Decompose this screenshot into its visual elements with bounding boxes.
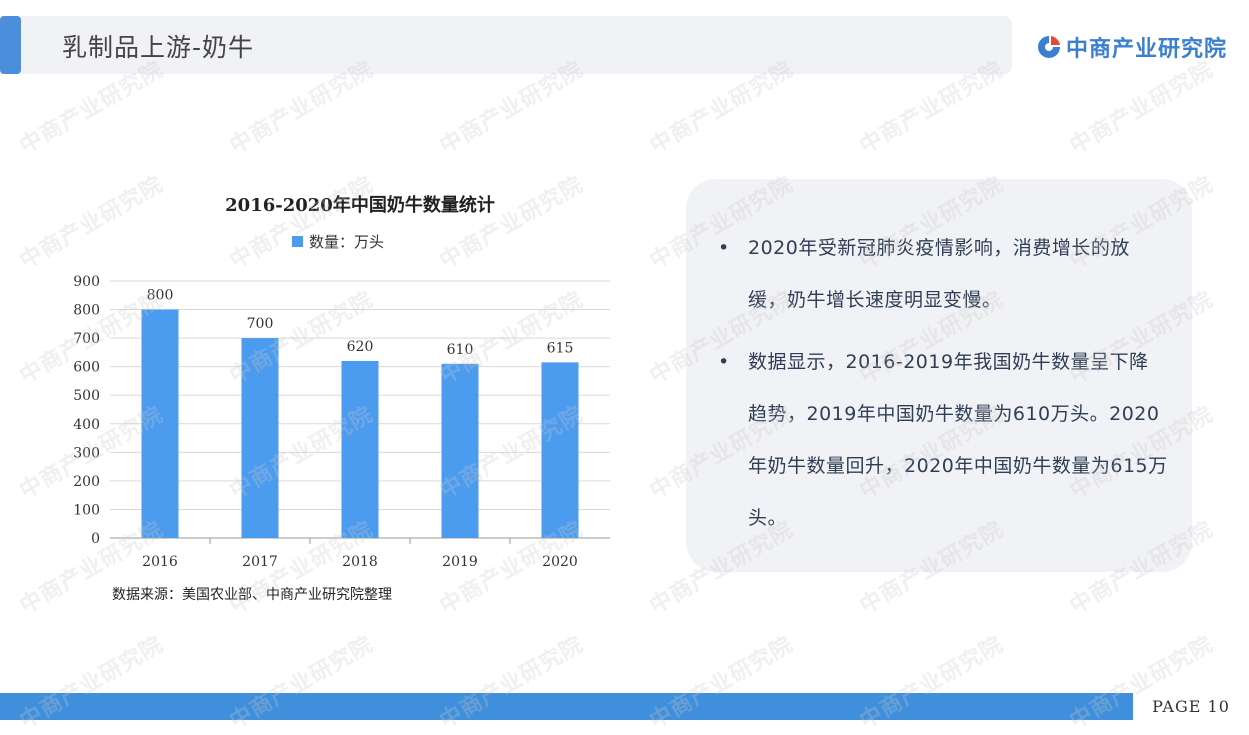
bullet-marker: • xyxy=(718,237,730,259)
info-bullet-1: 2020年受新冠肺炎疫情影响，消费增长的放缓，奶牛增长速度明显变慢。 xyxy=(748,237,1130,311)
bar xyxy=(141,309,179,538)
company-logo-icon xyxy=(1037,36,1060,58)
y-tick-label: 300 xyxy=(73,445,100,461)
watermark-text: 中商产业研究院 xyxy=(435,172,588,275)
data-label: 610 xyxy=(447,342,474,358)
bar xyxy=(441,363,479,538)
company-logo-text: 中商产业研究院 xyxy=(1065,37,1227,62)
data-label: 800 xyxy=(147,288,174,304)
footer-bar xyxy=(0,693,1249,720)
bar-chart: 0 100 200 300 400 500 600 700 800 900 800 2016 700 20… xyxy=(73,274,610,570)
y-tick-label: 100 xyxy=(73,502,100,518)
y-tick-label: 500 xyxy=(73,388,100,404)
x-tick-label: 2019 xyxy=(442,554,478,570)
bar xyxy=(541,362,579,538)
watermark-text: 中商产业研究院 xyxy=(225,172,378,275)
data-label: 620 xyxy=(347,339,374,355)
data-source: 数据来源：美国农业部、中商产业研究院整理 xyxy=(112,587,392,603)
legend-swatch xyxy=(292,236,303,247)
y-tick-label: 400 xyxy=(73,417,100,433)
bullet-marker: • xyxy=(718,351,730,373)
y-tick-label: 800 xyxy=(73,303,100,319)
page-title: 乳制品上游-奶牛 xyxy=(62,33,255,62)
data-label: 615 xyxy=(547,340,574,356)
y-tick-label: 700 xyxy=(73,331,100,347)
x-tick-label: 2020 xyxy=(542,554,578,570)
header-accent xyxy=(0,16,21,74)
bar xyxy=(241,338,279,538)
info-bullet-2: 数据显示，2016-2019年我国奶牛数量呈下降趋势，2019年中国奶牛数量为6… xyxy=(748,351,1168,529)
legend-label: 数量：万头 xyxy=(309,233,385,251)
data-label: 700 xyxy=(247,316,274,332)
watermark-text: 中商产业研究院 xyxy=(15,172,168,275)
page-number: PAGE 10 xyxy=(1133,693,1249,720)
y-tick-label: 200 xyxy=(73,474,100,490)
watermark-text: 中商产业研究院 xyxy=(1065,57,1218,160)
company-logo: 中商产业研究院 xyxy=(1036,32,1227,62)
x-tick-label: 2017 xyxy=(242,554,278,570)
y-tick-label: 600 xyxy=(73,360,100,376)
x-tick-label: 2018 xyxy=(342,554,378,570)
y-tick-label: 0 xyxy=(91,531,100,547)
x-tick-label: 2016 xyxy=(142,554,178,570)
bar xyxy=(341,360,379,538)
chart-title: 2016-2020年中国奶牛数量统计 xyxy=(225,195,495,216)
chart-legend: 数量：万头 xyxy=(292,231,384,252)
y-tick-label: 900 xyxy=(73,274,100,290)
